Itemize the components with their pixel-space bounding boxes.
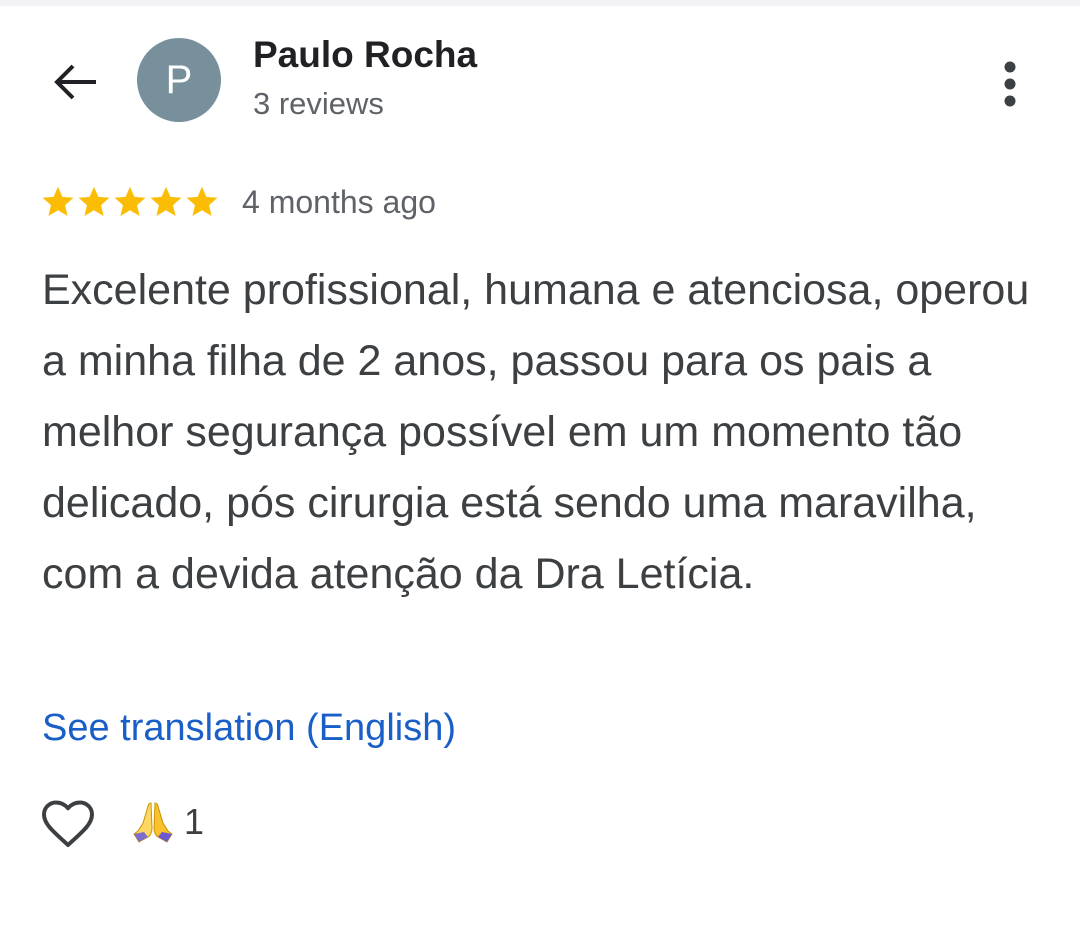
review-text: Excelente profissional, humana e atencio… (42, 266, 1030, 598)
heart-outline-icon (42, 800, 94, 847)
reaction-folded-hands[interactable]: 1 (130, 797, 204, 847)
star-icon (114, 186, 146, 216)
more-options-button[interactable] (990, 55, 1030, 113)
star-rating (40, 184, 220, 220)
like-button[interactable] (40, 796, 96, 852)
reviewer-name[interactable]: Paulo Rocha (253, 34, 477, 76)
back-button[interactable] (40, 50, 110, 114)
reaction-count: 1 (184, 801, 205, 842)
review-time: 4 months ago (242, 184, 436, 220)
reviewer-review-count: 3 reviews (253, 86, 384, 121)
arrow-left-icon (54, 64, 96, 100)
avatar[interactable]: P (137, 38, 221, 122)
folded-hands-icon (133, 802, 173, 843)
star-icon (186, 186, 218, 216)
more-vert-icon (1004, 61, 1016, 107)
star-icon (78, 186, 110, 216)
star-icon (42, 186, 74, 216)
top-divider (0, 0, 1080, 6)
see-translation-link[interactable]: See translation (English) (42, 707, 456, 750)
star-icon (150, 186, 182, 216)
avatar-letter: P (165, 57, 193, 102)
